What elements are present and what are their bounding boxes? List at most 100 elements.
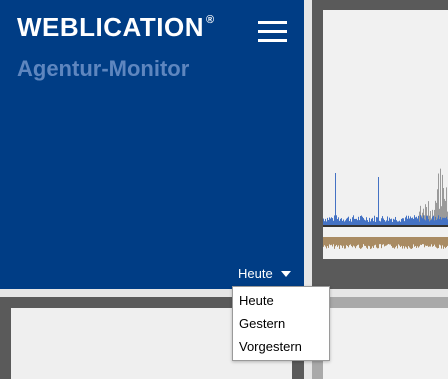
chart-bar-blue <box>398 221 399 225</box>
chart-bar-brown <box>331 237 332 245</box>
bottom-right-panel-body <box>323 308 448 379</box>
chart-bar-blue <box>361 215 362 225</box>
hamburger-menu-icon[interactable] <box>258 21 287 43</box>
chart-bar-brown <box>377 237 378 249</box>
chart-bar-blue <box>434 220 435 225</box>
chart-bar-brown <box>352 237 353 248</box>
chart-bar-brown <box>408 237 409 247</box>
chart-bar-brown <box>430 237 431 247</box>
chart-bar-brown <box>441 237 442 249</box>
chart-bar-brown <box>365 237 366 246</box>
chart-bar-brown <box>429 237 430 247</box>
chart-bar-blue <box>343 219 344 225</box>
chart-bar-brown <box>426 237 427 246</box>
chart-bar-brown <box>397 237 398 249</box>
chart-bar-blue <box>348 216 349 225</box>
chart-bar-brown <box>396 237 397 246</box>
chart-bar-blue <box>438 215 439 225</box>
chart-bar-brown <box>391 237 392 247</box>
chart-bar-blue <box>444 217 445 225</box>
chart-bar-brown <box>354 237 355 247</box>
chart-bar-brown <box>437 237 438 249</box>
chart-bar-brown <box>378 237 379 249</box>
chart-bar-blue <box>413 218 414 225</box>
chart-bar-blue <box>357 220 358 225</box>
chart-bar-brown <box>412 237 413 249</box>
chart-bar-blue <box>336 215 337 225</box>
chart-bar-blue <box>371 218 372 225</box>
chart-bar-brown <box>401 237 402 246</box>
chart-bar-brown <box>380 237 381 245</box>
chart-bar-blue <box>418 215 419 225</box>
chart-bar-brown <box>440 237 441 246</box>
chart-bar-brown <box>353 237 354 246</box>
chart-bar-blue <box>428 219 429 225</box>
chart-bar-blue <box>420 215 421 225</box>
chart-bar-blue <box>412 217 413 225</box>
chart-bar-blue <box>360 215 361 225</box>
chart-bar-blue <box>403 218 404 225</box>
chart-bar-brown <box>362 237 363 248</box>
chart-bar-blue <box>396 220 397 225</box>
chart-bar-blue <box>429 221 430 225</box>
chart-bar-brown <box>356 237 357 247</box>
chart-bar-brown <box>399 237 400 246</box>
chart-bar-brown <box>363 237 364 245</box>
chart-bar-blue <box>338 217 339 225</box>
period-option-vorgestern[interactable]: Vorgestern <box>233 335 329 358</box>
chart-bar-blue <box>330 218 331 225</box>
chart-bar-brown <box>395 237 396 248</box>
chart-bar-brown <box>443 237 444 249</box>
chart-bar-brown <box>387 237 388 245</box>
chart-bar-brown <box>332 237 333 247</box>
chart-bar-brown <box>442 237 443 246</box>
chart-bar-blue <box>367 220 368 225</box>
period-select-value: Heute <box>238 266 273 281</box>
period-select[interactable]: Heute <box>238 266 291 281</box>
chart-bar-blue <box>324 221 325 225</box>
chart-bar-blue <box>433 215 434 225</box>
chart-bar-brown <box>348 237 349 248</box>
period-option-heute[interactable]: Heute <box>233 289 329 312</box>
chart-bar-brown <box>418 237 419 248</box>
chart-bar-blue <box>352 217 353 225</box>
chart-bar-blue <box>366 217 367 225</box>
chart-bar-blue <box>368 221 369 225</box>
bottom-right-panel <box>312 297 448 379</box>
chart-bar-brown <box>405 237 406 247</box>
chart-bar-brown <box>400 237 401 248</box>
chart-bar-brown <box>417 237 418 247</box>
chart-bar-blue <box>393 218 394 225</box>
chart-bar-gray <box>442 174 443 225</box>
chart-bar-blue <box>404 221 405 225</box>
chart-bar-blue <box>347 217 348 225</box>
chart-bar-blue <box>397 221 398 225</box>
chart-bar-blue <box>395 216 396 225</box>
chart-bar-brown <box>402 237 403 249</box>
chart-bar-blue <box>411 218 412 225</box>
chart-bar-blue <box>392 221 393 225</box>
chart-bar-blue <box>369 217 370 225</box>
chart-bar-brown <box>330 237 331 246</box>
chart-bar-brown <box>364 237 365 246</box>
chart-bar-blue <box>405 217 406 225</box>
chart-bar-blue <box>431 219 432 225</box>
chart-bar-brown <box>410 237 411 249</box>
chart-bar-blue <box>419 221 420 225</box>
period-option-gestern[interactable]: Gestern <box>233 312 329 335</box>
chart-bar-brown <box>325 237 326 247</box>
chart-bar-brown <box>384 237 385 247</box>
chart-bar-brown <box>382 237 383 245</box>
chart-bar-brown <box>355 237 356 249</box>
chart-bar-brown <box>424 237 425 248</box>
chart-bar-brown <box>392 237 393 248</box>
chart-bar-blue <box>362 216 363 225</box>
chart-bar-blue <box>382 216 383 225</box>
activity-chart <box>323 10 448 259</box>
chart-bar-brown <box>435 237 436 247</box>
chart-bar-blue <box>370 221 371 225</box>
chart-bar-brown <box>350 237 351 245</box>
chart-bar-blue <box>353 215 354 225</box>
chart-bar-brown <box>375 237 376 245</box>
chart-bar-blue <box>377 217 378 225</box>
